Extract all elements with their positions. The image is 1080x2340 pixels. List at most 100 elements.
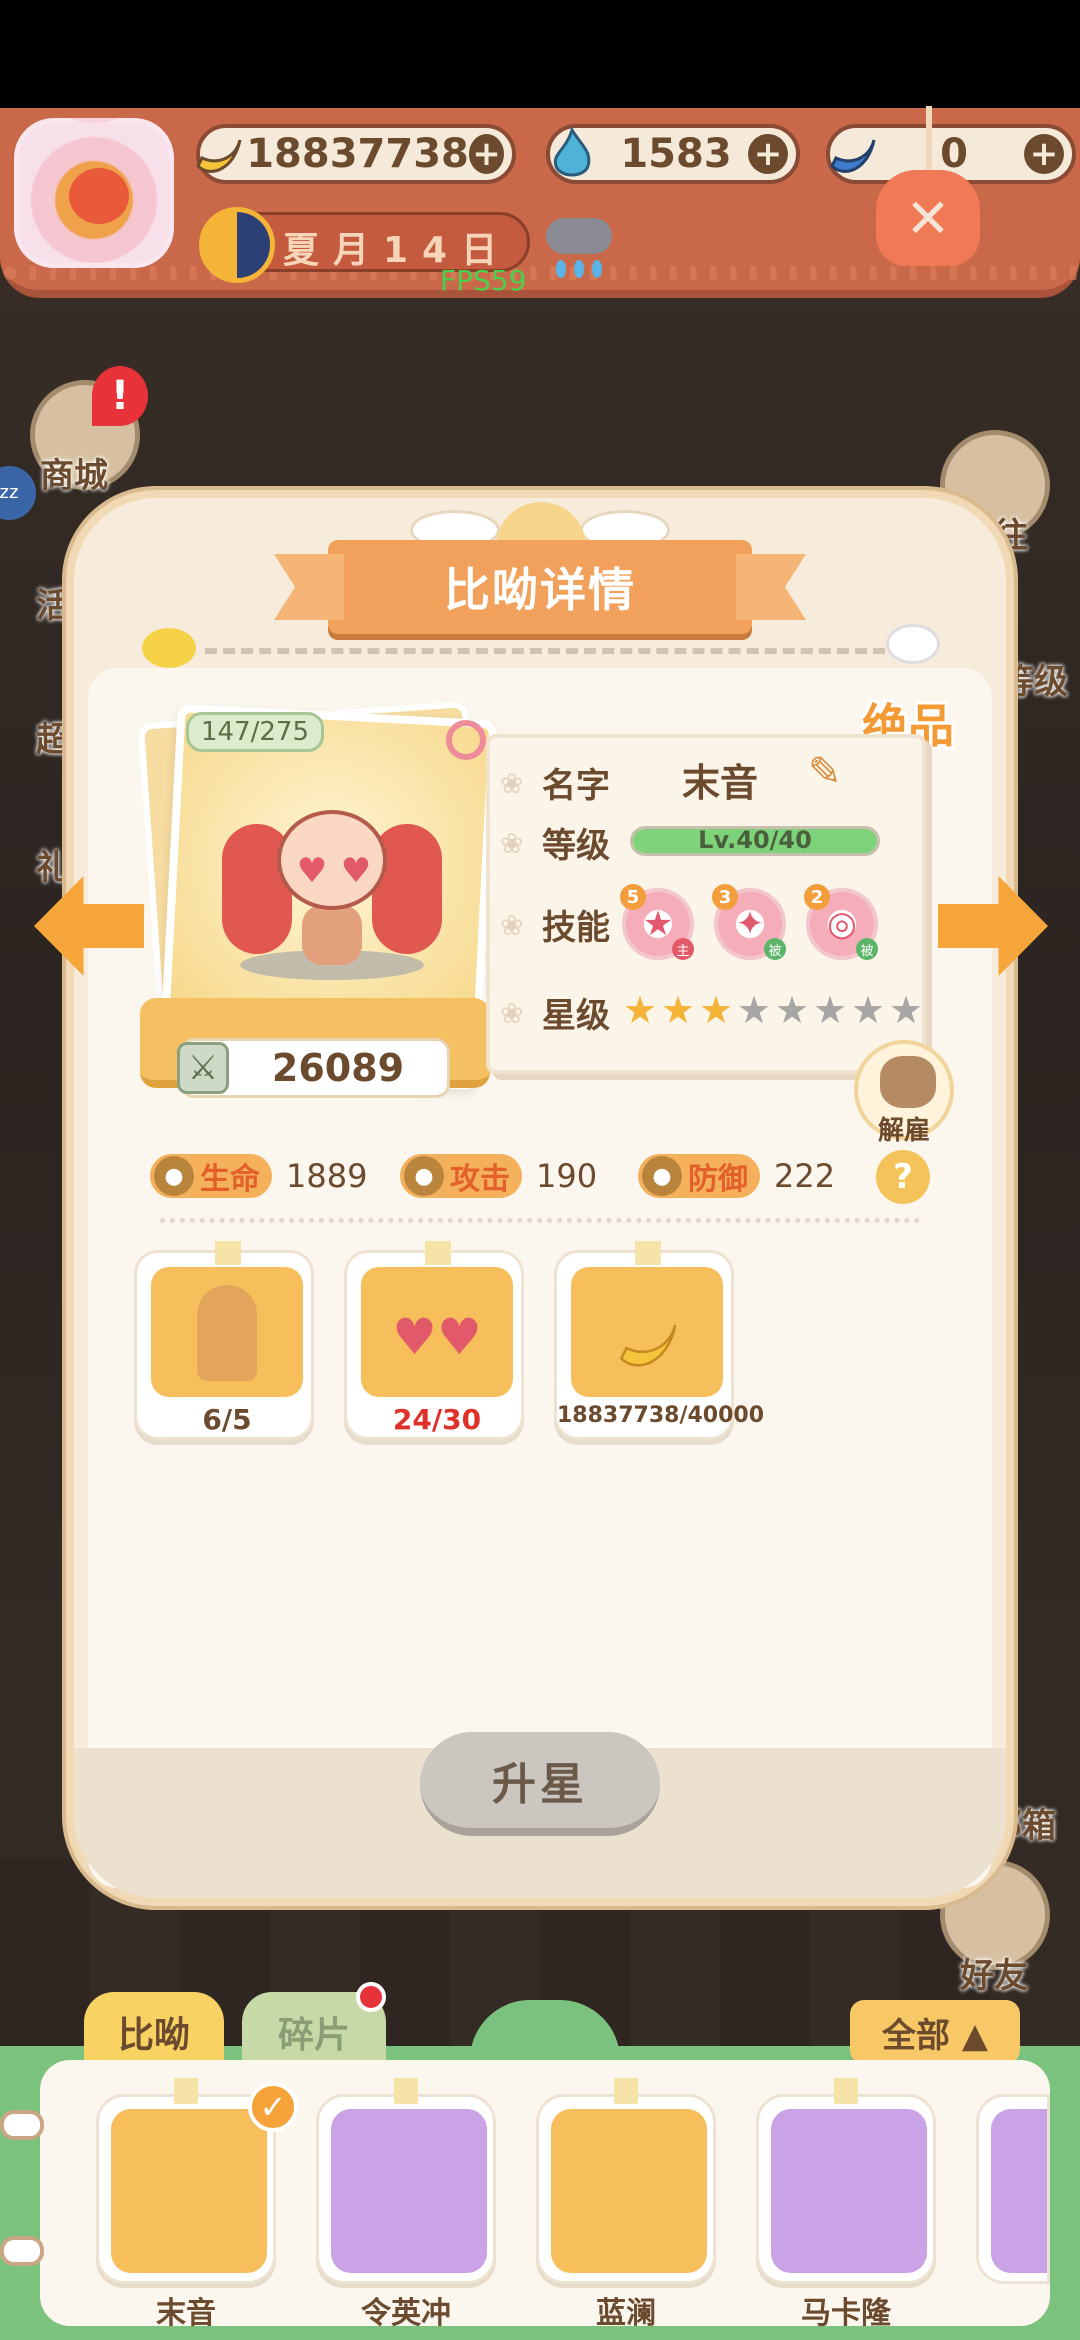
stat-attack: ● 攻击 190 [400,1150,597,1202]
stars-row: ❀ 星级 [500,982,622,1042]
hero-name: 蓝澜 [596,2296,656,2331]
star-icon: ★ [888,988,924,1032]
female-symbol-icon [446,720,486,760]
heart-glasses-icon: ♥♥ [392,1308,482,1366]
material-slot[interactable]: 18837738/40000 [554,1241,765,1440]
combat-power: ⚔ 26089 [177,1038,450,1098]
ghost-chick-icon [886,624,940,664]
blue-banana-icon [820,122,884,186]
notification-dot [356,1982,386,2012]
star-icon: ★ [850,988,886,1032]
alert-icon: ! [92,366,148,426]
character-portrait: ♥ ♥ [222,800,442,980]
stat-label: 攻击 [450,1162,510,1197]
edit-name-pencil-icon[interactable]: ✎ [808,752,848,792]
left-button-label-1: 活 [36,586,70,626]
paw-icon: ❀ [500,909,524,942]
skill-type-tag: 主 [672,938,694,960]
upgrade-star-button[interactable]: 升星 [420,1732,660,1836]
flame-amount: 1583 [620,131,732,177]
friends-label: 好友 [960,1956,1028,1996]
skill-level: 5 [620,884,646,910]
stat-value: 190 [536,1157,598,1195]
banana-icon [190,122,246,186]
skills-label: 技能 [542,907,610,948]
hero-portrait [771,2109,927,2273]
panel-title: 比呦详情 [444,563,636,617]
star-icon: ★ [812,988,848,1032]
hero-portrait [331,2109,487,2273]
skill-target-badge[interactable]: ◎ 2 被 [804,884,878,960]
hero-card[interactable]: 末音 [96,2078,276,2331]
level-row: ❀ 等级 [500,812,622,872]
close-button[interactable]: ✕ [876,106,980,270]
skill-star-badge[interactable]: ★ 5 主 [620,884,694,960]
hero-name: 末音 [156,2296,216,2331]
level-label: 等级 [542,825,610,866]
fps-counter: FPS59 [440,264,527,297]
material-count: 18837738/40000 [557,1403,765,1428]
rain-cloud-icon [542,212,618,282]
banana-icon [619,1324,677,1367]
hero-name: 令英冲 [361,2296,451,2331]
filter-dropdown[interactable]: 全部 ▲ [850,2000,1020,2064]
stat-label: 生命 [200,1162,260,1197]
star-icon: ★ [774,988,810,1032]
material-slot[interactable]: ♥♥ 24/30 [344,1241,524,1440]
skill-type-tag: 被 [764,938,786,960]
stat-defense: ● 防御 222 [638,1150,835,1202]
stat-value: 1889 [286,1157,368,1195]
close-icon: ✕ [876,170,980,266]
paw-icon: ❀ [500,767,524,800]
star-icon: ★ [736,988,772,1032]
hero-card-partial[interactable] [976,2094,1050,2284]
combat-power-value: 26089 [271,1046,405,1090]
help-button[interactable]: ? [876,1150,930,1204]
left-button-label-2: 超 [36,720,70,760]
add-banana-button[interactable]: + [468,134,504,174]
stars-label: 星级 [542,995,610,1036]
shop-label: 商城 [40,456,108,496]
hero-card[interactable]: 令英冲 [316,2078,496,2331]
stat-label: 防御 [688,1162,748,1197]
day-night-icon [199,207,275,283]
skill-type-tag: 被 [856,938,878,960]
material-slot[interactable]: 6/5 [134,1241,314,1440]
cow-icon: ● [642,1156,682,1196]
divider [160,1218,920,1223]
selected-check-icon: ✓ [248,2082,298,2132]
add-flame-button[interactable]: + [748,134,788,174]
divider [205,648,885,654]
chick-icon [142,628,196,668]
star-rating: ★ ★ ★ ★ ★ ★ ★ ★ [622,988,926,1032]
left-button-label-3: 礼 [36,848,70,888]
calendar-date: 夏月14日 [199,207,530,283]
hero-name: 马卡隆 [801,2296,891,2331]
hero-portrait [551,2109,707,2273]
flame-currency: 1583 + [546,124,800,184]
star-icon: ★ [622,988,658,1032]
skill-level: 2 [804,884,830,910]
banana-currency: 18837738 + [196,124,516,184]
player-avatar[interactable] [14,118,174,268]
level-text: Lv.40/40 [698,826,812,854]
title-ribbon: 比呦详情 [328,540,752,634]
name-row: ❀ 名字 [500,752,622,812]
bear-icon: ● [404,1156,444,1196]
material-count: 6/5 [202,1403,252,1436]
crossed-swords-icon: ⚔ [177,1042,229,1094]
banana-amount: 18837738 [246,131,469,177]
hero-card[interactable]: 蓝澜 [536,2078,716,2331]
turtle-icon: ● [154,1156,194,1196]
skill-level: 3 [712,884,738,910]
add-blue-banana-button[interactable]: + [1024,134,1064,174]
skill-sword-badge[interactable]: ✦ 3 被 [712,884,786,960]
name-label: 名字 [542,765,610,806]
bird-avatar-icon [69,168,129,224]
hero-portrait [111,2109,267,2273]
paw-icon: ❀ [500,997,524,1030]
cat-with-bag-icon [880,1056,936,1108]
skills-row: ❀ 技能 [500,894,622,954]
material-count: 24/30 [392,1403,482,1436]
hero-card[interactable]: 马卡隆 [756,2078,936,2331]
